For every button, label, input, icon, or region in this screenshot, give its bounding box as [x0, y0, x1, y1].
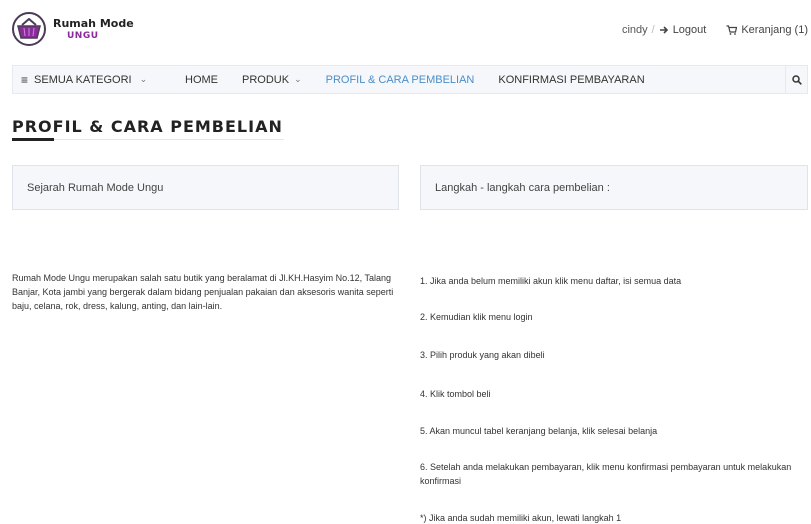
step-item: *) Jika anda sudah memiliki akun, lewati… — [420, 513, 622, 523]
site-logo[interactable]: Rumah Mode UNGU — [12, 9, 212, 49]
user-menu: cindy / Logout Keranjang (1) — [622, 24, 808, 36]
logo-title: Rumah Mode — [53, 16, 134, 30]
nav-item-konfirmasi[interactable]: KONFIRMASI PEMBAYARAN — [498, 74, 644, 86]
logout-link[interactable]: Logout — [659, 24, 707, 36]
step-item: 5. Akan muncul tabel keranjang belanja, … — [420, 426, 658, 436]
nav-item-produk[interactable]: PRODUK ⌄ — [242, 74, 302, 86]
separator: / — [651, 24, 655, 36]
step-item: 1. Jika anda belum memiliki akun klik me… — [420, 276, 682, 286]
shopping-basket-icon — [12, 12, 46, 46]
category-label: SEMUA KATEGORI — [34, 73, 132, 86]
arrow-right-icon — [659, 26, 668, 34]
cart-link[interactable]: Keranjang (1) — [726, 24, 808, 36]
step-item: 3. Pilih produk yang akan dibeli — [420, 350, 545, 360]
step-item: 4. Klik tombol beli — [420, 389, 491, 399]
step-item: 2. Kemudian klik menu login — [420, 312, 533, 322]
logo-subtitle: UNGU — [67, 30, 99, 41]
chevron-down-icon: ⌄ — [139, 74, 148, 84]
hamburger-icon: ≡ — [21, 72, 29, 87]
nav-item-label: KONFIRMASI PEMBAYARAN — [498, 73, 645, 86]
category-dropdown[interactable]: ≡ SEMUA KATEGORI ⌄ — [13, 73, 161, 87]
steps-panel-heading: Langkah - langkah cara pembelian : — [420, 165, 808, 210]
cart-icon — [726, 25, 738, 35]
logo-text: Rumah Mode UNGU — [53, 18, 134, 41]
search-icon — [791, 74, 802, 85]
title-underline-accent — [12, 138, 54, 141]
history-heading: Sejarah Rumah Mode Ungu — [27, 181, 164, 194]
nav-item-label: HOME — [185, 73, 218, 86]
logout-label: Logout — [672, 24, 707, 36]
main-nav: ≡ SEMUA KATEGORI ⌄ HOME PRODUK ⌄ PROFIL … — [12, 65, 808, 94]
page-title: PROFIL & CARA PEMBELIAN — [12, 117, 283, 136]
search-button[interactable] — [785, 66, 807, 93]
cart-label: Keranjang (1) — [741, 24, 808, 36]
steps-heading: Langkah - langkah cara pembelian : — [435, 181, 610, 194]
nav-item-home[interactable]: HOME — [185, 74, 218, 86]
history-panel-heading: Sejarah Rumah Mode Ungu — [12, 165, 399, 210]
nav-item-label: PRODUK — [242, 73, 290, 86]
nav-item-profil[interactable]: PROFIL & CARA PEMBELIAN — [326, 74, 475, 86]
nav-item-label: PROFIL & CARA PEMBELIAN — [325, 73, 475, 86]
username-link[interactable]: cindy — [622, 24, 648, 36]
step-item: 6. Setelah anda melakukan pembayaran, kl… — [420, 462, 792, 486]
history-text: Rumah Mode Ungu merupakan salah satu but… — [12, 273, 394, 311]
chevron-down-icon: ⌄ — [294, 74, 302, 84]
